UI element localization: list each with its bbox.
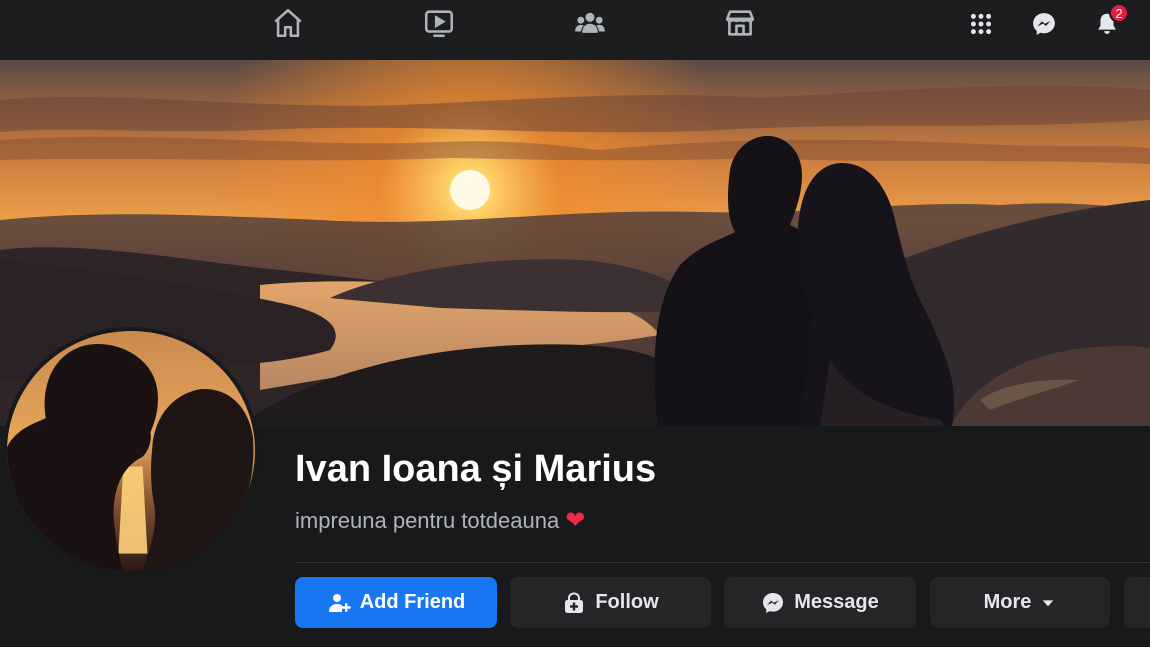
follow-label: Follow [595,591,659,613]
grid-menu-button[interactable] [963,6,999,42]
more-button[interactable]: More [930,577,1110,628]
notifications-button[interactable]: 2 [1089,3,1129,42]
more-label: More [983,591,1032,613]
messenger-icon [763,592,784,613]
divider [295,562,1150,563]
add-friend-icon [328,593,351,612]
video-icon[interactable] [421,5,457,41]
marketplace-icon[interactable] [722,5,758,41]
messenger-icon [1033,13,1055,35]
add-friend-label: Add Friend [359,591,466,613]
message-button[interactable]: Message [724,577,916,628]
top-navigation-bar: 2 [0,0,1150,60]
profile-picture[interactable] [3,327,259,575]
follow-icon [565,592,584,613]
profile-bio-text: impreuna pentru totdeauna [295,507,560,533]
profile-name: Ivan Ioana și Marius [295,448,657,490]
notification-count-badge: 2 [1109,3,1129,23]
profile-options-button[interactable] [1124,577,1150,628]
grid-menu-icon [970,13,992,35]
add-friend-button[interactable]: Add Friend [295,577,497,628]
caret-down-icon [1043,599,1054,606]
profile-bio: impreuna pentru totdeauna ❤ [295,506,585,535]
heart-emoji: ❤ [565,507,586,534]
groups-icon[interactable] [572,5,608,41]
message-label: Message [794,591,879,613]
home-icon[interactable] [270,5,306,41]
messenger-button[interactable] [1026,6,1062,42]
follow-button[interactable]: Follow [510,577,711,628]
